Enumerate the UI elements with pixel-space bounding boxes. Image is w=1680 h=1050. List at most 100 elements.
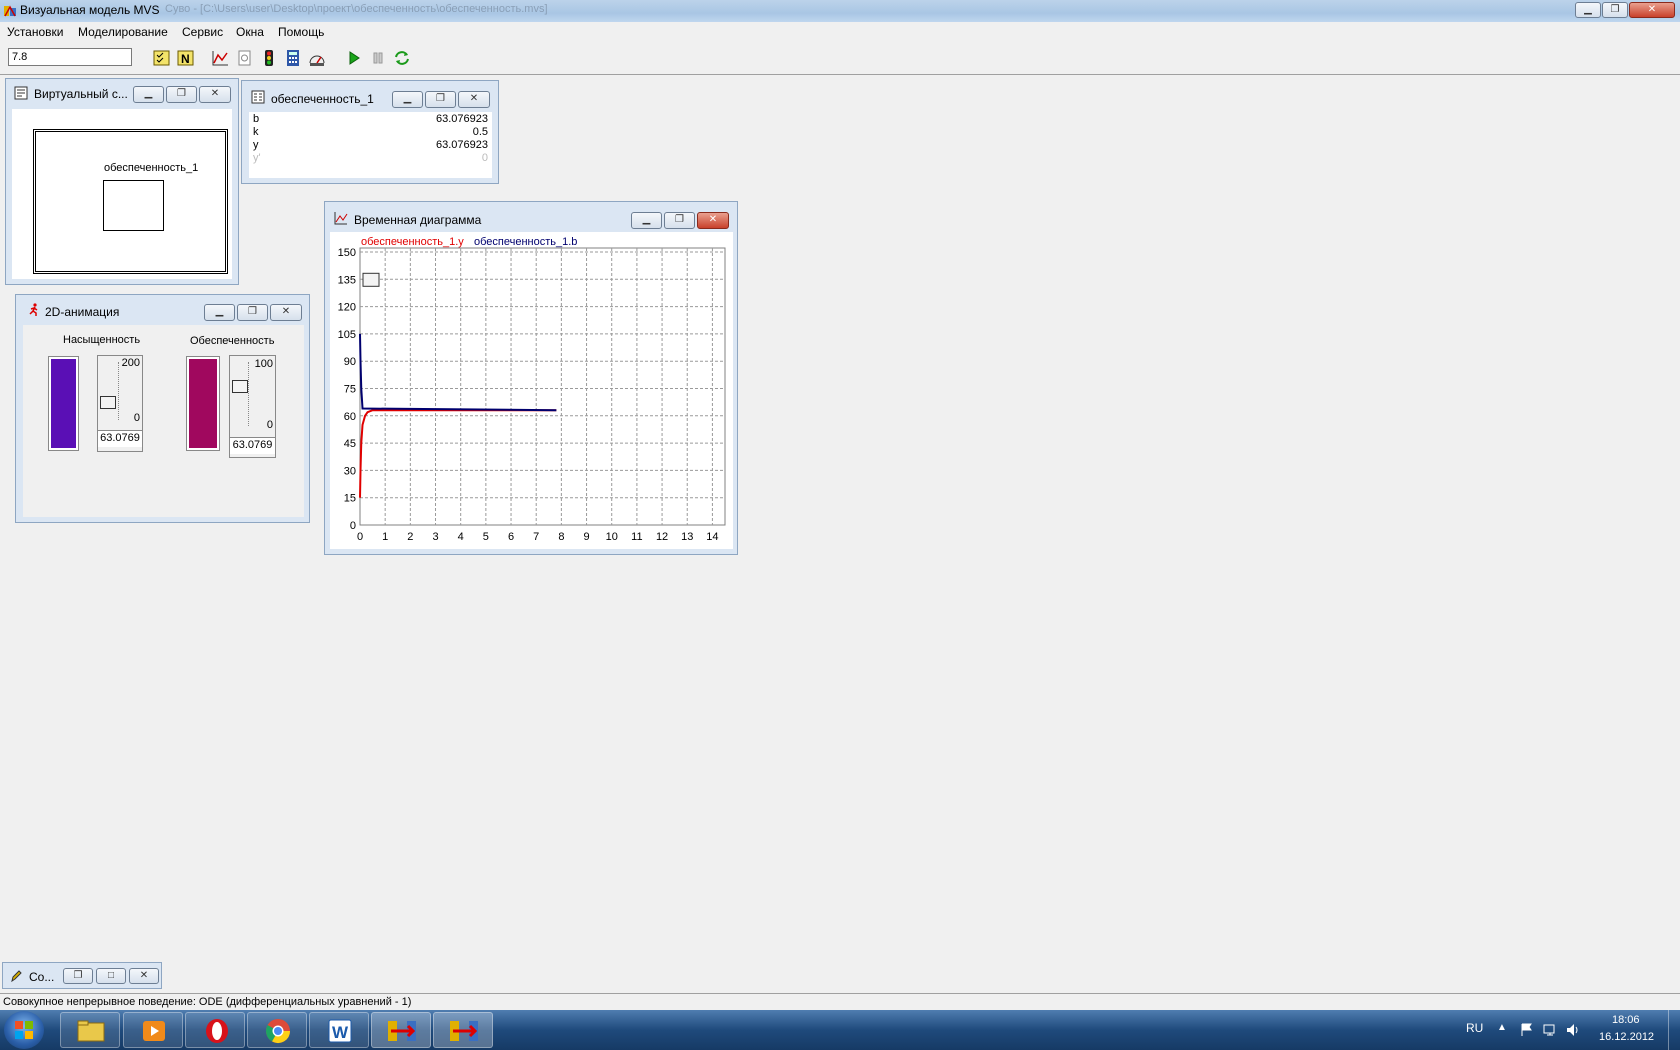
close-icon: ✕ — [281, 306, 291, 317]
y-tick-label: 15 — [344, 493, 356, 505]
model-time-input[interactable] — [8, 48, 132, 66]
window-close-button[interactable]: ✕ — [270, 304, 302, 321]
variable-row[interactable]: b 63.076923 — [251, 113, 490, 126]
window-maximize-button[interactable]: □ — [96, 968, 126, 984]
provision-slider[interactable] — [232, 379, 248, 393]
menu-modeling[interactable]: Моделирование — [78, 25, 168, 39]
volume-icon[interactable] — [1565, 1022, 1581, 1038]
restore-icon: ❐ — [1610, 4, 1620, 15]
pencil-icon — [11, 970, 22, 983]
y-tick-label: 60 — [344, 411, 356, 423]
provision-value: 63.0769 — [230, 437, 275, 454]
x-tick-label: 3 — [432, 531, 438, 543]
x-tick-label: 14 — [706, 531, 718, 543]
menu-bar: Установки Моделирование Сервис Окна Помо… — [0, 22, 1680, 42]
taskbar-mvs-1[interactable] — [371, 1012, 431, 1048]
close-button[interactable]: ✕ — [1629, 2, 1675, 18]
language-indicator[interactable]: RU — [1466, 1021, 1483, 1035]
pause-icon[interactable] — [369, 49, 387, 67]
network-icon[interactable] — [1542, 1022, 1558, 1038]
status-text: Совокупное непрерывное поведение: ODE (д… — [3, 996, 412, 1008]
app-title: Визуальная модель MVS — [20, 3, 160, 17]
y-tick-label: 30 — [344, 465, 356, 477]
x-tick-label: 8 — [558, 531, 564, 543]
variable-value: 63.076923 — [436, 139, 488, 151]
clock-date[interactable]: 16.12.2012 — [1599, 1031, 1654, 1043]
legend-entry: обеспеченность_1.y — [361, 236, 464, 248]
window-minimize-button[interactable]: ▁ — [631, 212, 662, 229]
window-maximize-button[interactable]: ❐ — [166, 86, 197, 103]
time-diagram-window: Временная диаграмма ▁ ❐ ✕ 0 1 2 3 4 5 6 7 8 9 10 11… — [324, 201, 738, 555]
virtual-structure-window: Виртуальный с... ▁ ❐ ✕ обеспеченность_1 — [5, 78, 239, 285]
variable-name: y' — [253, 152, 261, 164]
provision-scale: 100 0 63.0769 — [229, 355, 276, 458]
x-tick-label: 1 — [382, 531, 388, 543]
app-file-path: Суво - [C:\Users\user\Desktop\проект\обе… — [165, 3, 548, 15]
x-tick-label: 2 — [407, 531, 413, 543]
table-icon — [251, 90, 265, 104]
provision-label: Обеспеченность — [190, 335, 275, 347]
window-restore-button[interactable]: ❐ — [63, 968, 93, 984]
menu-settings[interactable]: Установки — [7, 25, 63, 39]
variable-row[interactable]: y' 0 — [251, 152, 490, 165]
taskbar-media-player[interactable] — [123, 1012, 183, 1048]
y-tick-label: 150 — [338, 247, 356, 259]
action-center-flag-icon[interactable] — [1519, 1022, 1535, 1038]
scale-ticks — [248, 362, 250, 426]
structure-icon — [14, 86, 28, 100]
check-list-icon[interactable] — [153, 49, 171, 67]
tray-expand-icon[interactable]: ▲ — [1497, 1022, 1507, 1033]
window-maximize-button[interactable]: ❐ — [425, 91, 456, 108]
word-icon: W — [328, 1019, 352, 1043]
taskbar-chrome[interactable] — [247, 1012, 307, 1048]
menu-windows[interactable]: Окна — [236, 25, 264, 39]
window-minimize-button[interactable]: ▁ — [133, 86, 164, 103]
variable-row[interactable]: k 0.5 — [251, 126, 490, 139]
window-caption: 2D-анимация ▁ ❐ ✕ — [16, 295, 309, 323]
model-block[interactable] — [103, 180, 164, 231]
chart-icon[interactable] — [211, 49, 229, 67]
taskbar-word[interactable]: W — [309, 1012, 369, 1048]
window-close-button[interactable]: ✕ — [697, 212, 729, 229]
restore-button[interactable]: ❐ — [1602, 2, 1628, 18]
window-close-button[interactable]: ✕ — [129, 968, 159, 984]
window-maximize-button[interactable]: ❐ — [664, 212, 695, 229]
block-label: обеспеченность_1 — [104, 162, 199, 174]
taskbar-explorer[interactable] — [60, 1012, 120, 1048]
minimized-window[interactable]: Со... ❐ □ ✕ — [2, 962, 162, 989]
time-diagram-chart: 0 1 2 3 4 5 6 7 8 9 10 11 12 13 1401530456075901051201… — [338, 236, 726, 543]
traffic-light-icon[interactable] — [260, 49, 278, 67]
window-close-button[interactable]: ✕ — [199, 86, 231, 103]
menu-service[interactable]: Сервис — [182, 25, 223, 39]
restore-icon: ❐ — [73, 970, 83, 981]
calculator-icon[interactable] — [284, 49, 302, 67]
saturation-slider[interactable] — [100, 395, 116, 409]
close-icon: ✕ — [469, 93, 479, 104]
saturation-value: 63.0769 — [98, 430, 142, 447]
refresh-icon[interactable] — [393, 49, 411, 67]
minimize-button[interactable]: ▁ — [1575, 2, 1601, 18]
window-close-button[interactable]: ✕ — [458, 91, 490, 108]
minimize-icon: ▁ — [1584, 4, 1592, 15]
show-desktop-button[interactable] — [1668, 1010, 1680, 1050]
variable-row[interactable]: y 63.076923 — [251, 139, 490, 152]
play-icon[interactable] — [345, 49, 363, 67]
window-minimize-button[interactable]: ▁ — [392, 91, 423, 108]
start-button[interactable] — [4, 1011, 44, 1049]
taskbar-opera[interactable] — [185, 1012, 245, 1048]
maximize-icon: ❐ — [177, 88, 186, 99]
menu-help[interactable]: Помощь — [278, 25, 324, 39]
taskbar-mvs-2[interactable] — [433, 1012, 493, 1048]
provision-min: 0 — [266, 419, 273, 431]
window-maximize-button[interactable]: ❐ — [237, 304, 268, 321]
window-minimize-button[interactable]: ▁ — [204, 304, 235, 321]
clock-time[interactable]: 18:06 — [1612, 1014, 1640, 1026]
gauge-icon[interactable] — [308, 49, 326, 67]
chrome-icon — [265, 1019, 290, 1044]
n-icon[interactable]: N — [177, 49, 195, 67]
minimize-icon: ▁ — [403, 93, 412, 104]
folder-icon — [77, 1020, 105, 1042]
copy-icon[interactable] — [236, 49, 254, 67]
window-title: обеспеченность_1 — [271, 92, 374, 106]
chart-scroll-marker — [362, 272, 380, 287]
